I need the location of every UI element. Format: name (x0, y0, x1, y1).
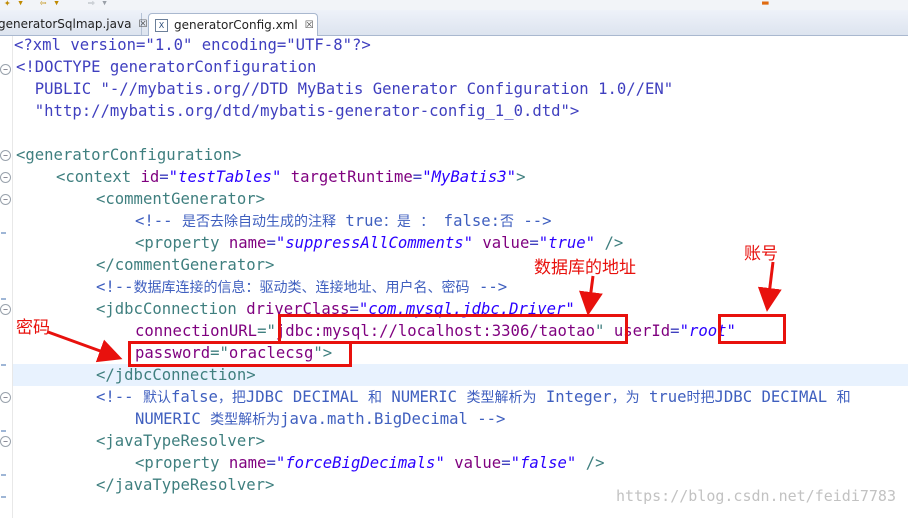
code-line: <context id="testTables" targetRuntime="… (56, 168, 526, 186)
password-arrow (47, 330, 123, 363)
back-icon[interactable]: ⇦ ▾ (40, 0, 60, 9)
db-address-arrow (579, 275, 603, 316)
code-line: </javaTypeResolver> (96, 476, 275, 494)
db-address-annotation: 数据库的地址 (534, 258, 636, 278)
fold-icon[interactable]: − (0, 436, 11, 447)
code-line: </jdbcConnection> (96, 366, 256, 384)
ruler-marker (1, 430, 6, 432)
db-address-highlight-box (278, 314, 628, 344)
code-line: "http://mybatis.org/dtd/mybatis-generato… (16, 102, 580, 120)
editor-ruler: − − − − − − − (0, 36, 13, 518)
tab-label: generatorSqlmap.java (0, 17, 132, 31)
tab-generator-config-xml[interactable]: X generatorConfig.xml ☒ (148, 13, 318, 36)
fold-icon[interactable]: − (0, 150, 11, 161)
xml-file-icon: X (155, 18, 168, 32)
tab-label: generatorConfig.xml (174, 18, 298, 32)
ruler-marker (1, 496, 6, 498)
account-highlight-box (718, 314, 786, 344)
account-annotation: 账号 (744, 244, 778, 264)
fold-icon[interactable]: − (0, 194, 11, 205)
code-line: </commentGenerator> (96, 256, 275, 274)
close-icon[interactable]: ☒ (138, 19, 147, 30)
code-line: <!--数据库连接的信息：驱动类、连接地址、用户名、密码 --> (96, 278, 508, 296)
code-line: PUBLIC "-//mybatis.org//DTD MyBatis Gene… (16, 80, 674, 98)
code-line: <!DOCTYPE generatorConfiguration (16, 58, 317, 76)
code-line: <?xml version="1.0" encoding="UTF-8"?> (14, 36, 371, 54)
ruler-marker (1, 474, 6, 476)
code-line: <generatorConfiguration> (16, 146, 242, 164)
code-line: NUMERIC 类型解析为java.math.BigDecimal --> (135, 410, 506, 428)
perspective-icon[interactable]: ▬ (762, 0, 769, 9)
ruler-marker (1, 364, 6, 366)
forward-icon[interactable]: ⇨ ▾ (88, 0, 108, 9)
watermark: https://blog.csdn.net/feidi7783 (616, 487, 896, 505)
code-line: <property name="suppressAllComments" val… (135, 234, 624, 252)
ruler-marker (1, 298, 6, 300)
account-arrow (757, 261, 782, 312)
fold-icon[interactable]: − (0, 64, 11, 75)
toolbar-icon[interactable]: ✦ ▾ (4, 0, 24, 9)
code-line: <commentGenerator> (96, 190, 265, 208)
fold-icon[interactable]: − (0, 304, 11, 315)
close-icon[interactable]: ☒ (305, 20, 314, 31)
code-line: <property name="forceBigDecimals" value=… (135, 454, 605, 472)
ruler-marker (1, 232, 6, 234)
password-highlight-box (128, 341, 352, 367)
password-annotation: 密码 (16, 318, 50, 338)
code-line: <!-- 默认false，把JDBC DECIMAL 和 NUMERIC 类型解… (96, 388, 851, 406)
fold-icon[interactable]: − (0, 392, 11, 403)
editor-tab-bar: generatorSqlmap.java ☒ X generatorConfig… (0, 10, 908, 36)
fold-icon[interactable]: − (0, 172, 11, 183)
code-line: <!-- 是否去除自动生成的注释 true：是 ： false:否 --> (135, 212, 552, 230)
code-line: <javaTypeResolver> (96, 432, 265, 450)
tab-generator-sqlmap-java[interactable]: generatorSqlmap.java ☒ (0, 13, 147, 35)
